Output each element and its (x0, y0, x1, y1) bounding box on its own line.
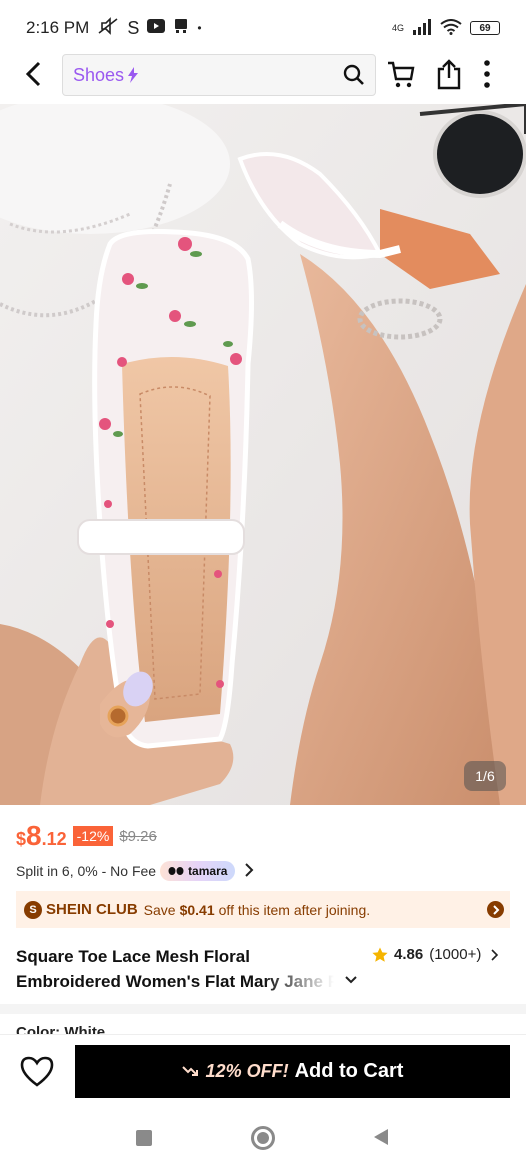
dot-icon: • (197, 21, 202, 35)
search-term: Shoes (73, 65, 139, 86)
section-divider (0, 1004, 526, 1014)
product-photo (0, 104, 526, 805)
status-bar: 2:16 PM S • 4G 69 (0, 0, 526, 56)
price-currency: $ (16, 829, 27, 849)
notification-app-icon (173, 18, 189, 38)
title-line-1: Square Toe Lace Mesh Floral (16, 947, 250, 966)
bottom-action-bar: 12% OFF! Add to Cart (0, 1034, 526, 1108)
club-save-prefix: Save (143, 901, 176, 918)
tamara-badge: tamara (160, 861, 236, 881)
home-icon[interactable] (251, 1126, 275, 1150)
search-icon[interactable] (343, 64, 365, 91)
chevron-right-icon (491, 948, 499, 961)
recent-apps-icon[interactable] (136, 1130, 152, 1146)
product-title-section: Square Toe Lace Mesh Floral Embroidered … (16, 944, 510, 994)
wishlist-heart-icon[interactable] (16, 1051, 58, 1091)
youtube-icon (147, 19, 166, 37)
chevron-right-circle-icon[interactable] (487, 901, 504, 918)
club-save-amount: $0.41 (179, 901, 215, 918)
installment-row[interactable]: Split in 6, 0% - No Fee tamara (16, 861, 254, 881)
wifi-icon (440, 18, 462, 38)
network-label: 4G (391, 23, 404, 33)
star-icon (372, 947, 388, 962)
tamara-logo-icon (168, 867, 184, 875)
split-text: Split in 6, 0% - No Fee (16, 863, 157, 879)
product-title: Square Toe Lace Mesh Floral Embroidered … (16, 944, 356, 994)
add-to-cart-label: Add to Cart (294, 1060, 404, 1082)
shein-club-banner[interactable]: S SHEIN CLUB Save $0.41 off this item af… (16, 891, 510, 928)
status-time: 2:16 PM (26, 18, 90, 37)
system-back-icon[interactable] (372, 1128, 390, 1151)
rating-summary[interactable]: 4.86 (1000+) (372, 946, 499, 963)
price-decimal: .12 (41, 829, 67, 849)
club-name: SHEIN CLUB (46, 901, 138, 918)
search-input[interactable]: Shoes (62, 54, 376, 96)
price-drop-icon (181, 1065, 198, 1076)
offer-text: 12% OFF! (205, 1061, 289, 1081)
share-icon[interactable] (436, 58, 462, 95)
product-image[interactable]: 1/6 (0, 104, 526, 805)
old-price: $9.26 (119, 828, 157, 845)
more-options-icon[interactable] (482, 58, 492, 95)
title-fade (264, 969, 334, 994)
color-label: Color: White (16, 1024, 106, 1034)
system-nav-bar (0, 1108, 526, 1169)
carrier-letter: S (127, 17, 140, 38)
add-to-cart-button[interactable]: 12% OFF! Add to Cart (75, 1045, 510, 1098)
tamara-label: tamara (188, 864, 228, 878)
mute-icon (97, 17, 119, 39)
back-arrow-icon (25, 61, 41, 87)
review-count: (1000+) (429, 946, 482, 963)
expand-title-chevron-icon[interactable] (344, 972, 358, 990)
chevron-right-icon (245, 862, 254, 880)
price-integer: 8 (26, 820, 42, 851)
battery-icon: 69 (470, 21, 500, 35)
club-logo-icon: S (24, 900, 42, 919)
discount-badge: -12% (72, 826, 114, 846)
signal-icon (412, 18, 432, 38)
club-save-suffix: off this item after joining. (218, 901, 371, 918)
image-counter: 1/6 (464, 761, 506, 791)
price-row: $ 8 .12 -12% $9.26 (16, 820, 157, 852)
top-header: Shoes (0, 52, 526, 100)
trending-icon (128, 67, 139, 83)
cart-icon[interactable] (386, 60, 416, 95)
back-button[interactable] (10, 52, 58, 96)
rating-value: 4.86 (394, 946, 424, 963)
